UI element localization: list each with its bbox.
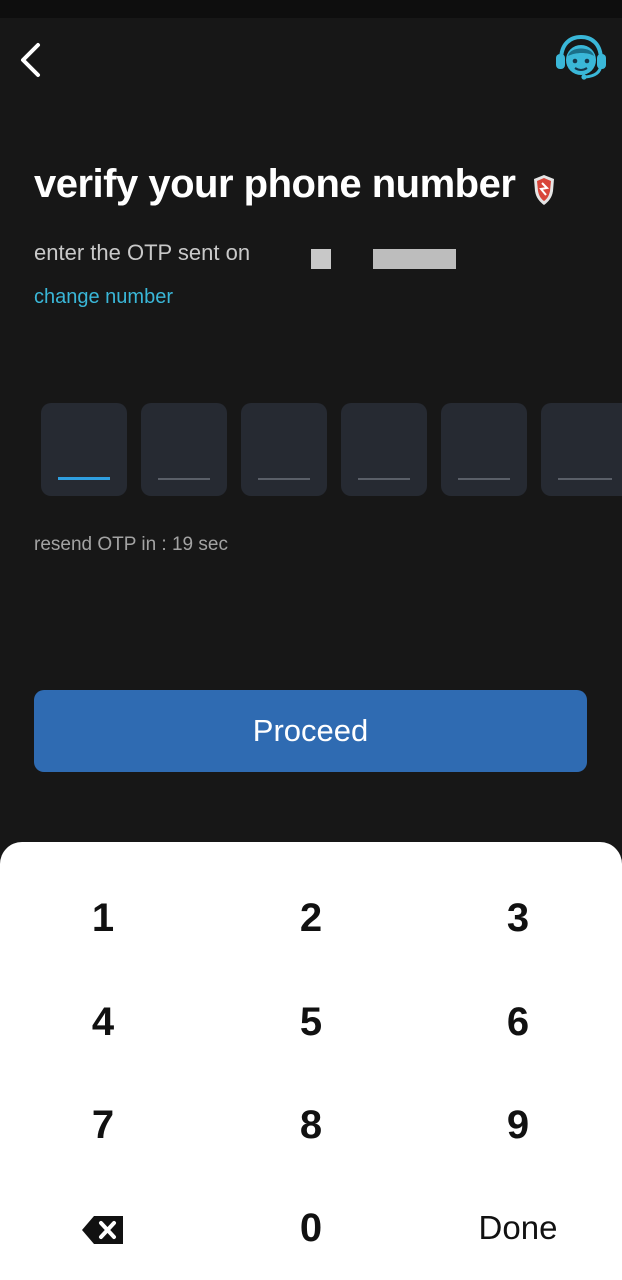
otp-digit-4[interactable] bbox=[341, 403, 427, 496]
numeric-keypad: 1 2 3 4 5 6 7 8 9 0 Done bbox=[0, 842, 622, 1280]
chevron-left-icon bbox=[21, 43, 40, 77]
otp-cursor-line bbox=[58, 477, 110, 480]
key-8[interactable]: 8 bbox=[251, 1085, 371, 1165]
key-7[interactable]: 7 bbox=[43, 1085, 163, 1165]
otp-sent-subtitle: enter the OTP sent on bbox=[34, 240, 251, 265]
key-0[interactable]: 0 bbox=[251, 1188, 371, 1268]
masked-phone-number bbox=[311, 249, 331, 269]
key-6[interactable]: 6 bbox=[458, 982, 578, 1062]
otp-digit-6[interactable] bbox=[541, 403, 622, 496]
proceed-button[interactable]: Proceed bbox=[34, 690, 587, 772]
otp-digit-3[interactable] bbox=[241, 403, 327, 496]
otp-digit-5[interactable] bbox=[441, 403, 527, 496]
masked-phone-number bbox=[373, 249, 456, 269]
otp-underline bbox=[158, 478, 210, 480]
support-button[interactable] bbox=[554, 34, 608, 82]
status-bar bbox=[0, 0, 622, 18]
otp-underline bbox=[458, 478, 510, 480]
page-title: verify your phone number bbox=[34, 162, 516, 206]
otp-underline bbox=[358, 478, 410, 480]
otp-digit-1[interactable] bbox=[41, 403, 127, 496]
change-number-link[interactable]: change number bbox=[34, 286, 173, 309]
key-3[interactable]: 3 bbox=[458, 878, 578, 958]
shield-icon bbox=[534, 175, 554, 205]
key-4[interactable]: 4 bbox=[43, 982, 163, 1062]
key-1[interactable]: 1 bbox=[43, 878, 163, 958]
key-5[interactable]: 5 bbox=[251, 982, 371, 1062]
back-button[interactable] bbox=[14, 38, 54, 82]
backspace-button[interactable] bbox=[43, 1190, 163, 1270]
resend-otp-timer: resend OTP in : 19 sec bbox=[34, 534, 228, 555]
key-2[interactable]: 2 bbox=[251, 878, 371, 958]
proceed-button-label: Proceed bbox=[252, 713, 369, 748]
otp-underline bbox=[258, 478, 310, 480]
otp-underline bbox=[558, 478, 612, 480]
key-9[interactable]: 9 bbox=[458, 1085, 578, 1165]
support-agent-headset-icon bbox=[556, 34, 606, 80]
backspace-icon bbox=[82, 1216, 123, 1244]
otp-digit-2[interactable] bbox=[141, 403, 227, 496]
done-button[interactable]: Done bbox=[458, 1188, 578, 1268]
